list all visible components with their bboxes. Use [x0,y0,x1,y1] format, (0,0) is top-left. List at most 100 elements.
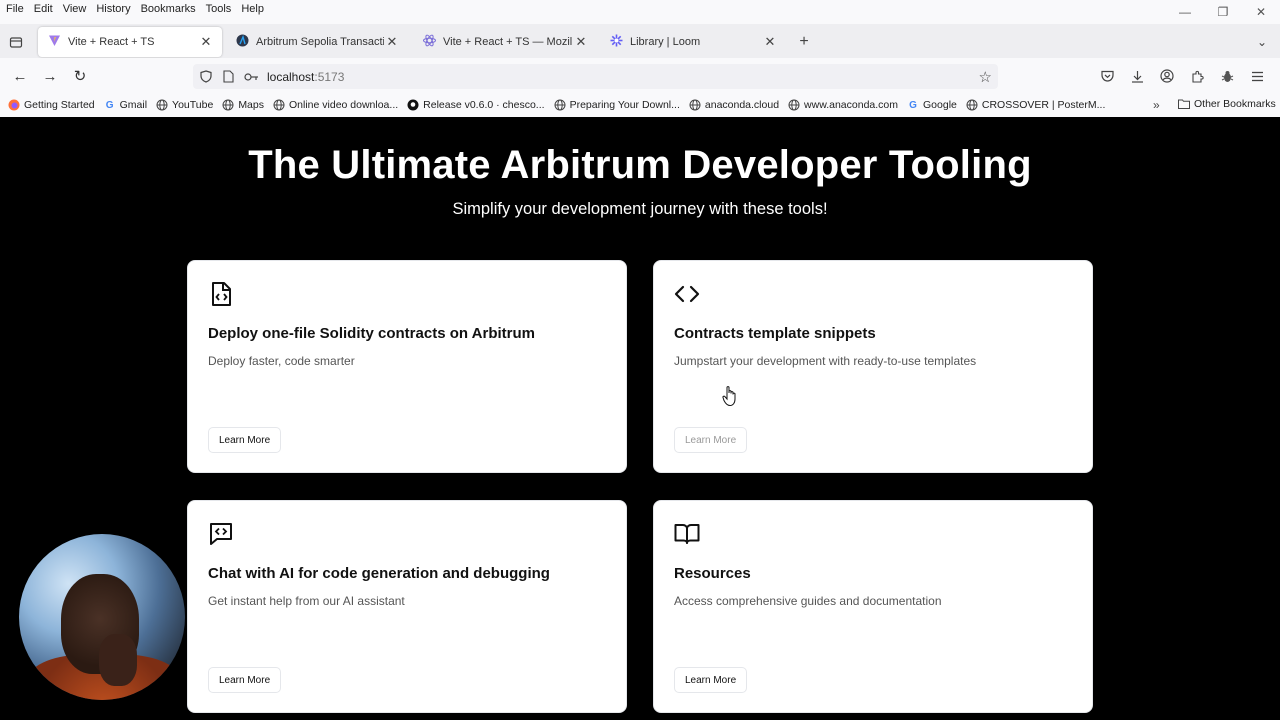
learn-more-button[interactable]: Learn More [674,667,748,693]
bookmark-item[interactable]: Online video downloa... [273,99,398,111]
close-tab-icon[interactable]: ✕ [762,34,778,50]
globe-icon [788,99,800,111]
google-icon: G [105,99,114,111]
bookmark-label: Getting Started [24,99,95,111]
double-chevron-right-icon[interactable]: » [1153,98,1160,112]
learn-more-button[interactable]: Learn More [208,427,282,453]
code-icon [674,281,700,307]
card-title: Contracts template snippets [674,325,876,342]
nav-bar: ← → ↻ localhost:5173 ☆ [0,58,1280,94]
menu-bookmarks[interactable]: Bookmarks [136,3,201,15]
globe-icon [222,99,234,111]
tab-vite-mozilla[interactable]: Vite + React + TS — Mozilla Fir ✕ [413,27,597,57]
google-icon: G [909,99,917,111]
bookmark-item[interactable]: G Gmail [104,99,147,111]
webcam-overlay [19,534,185,700]
bookmark-item[interactable]: YouTube [156,99,213,111]
url-bar[interactable]: localhost:5173 ☆ [193,64,998,89]
extensions-icon[interactable] [1182,65,1212,87]
feature-card-ai-chat: Chat with AI for code generation and deb… [187,500,627,713]
window-controls: — ❐ ✕ [1166,0,1280,24]
hamburger-menu-icon[interactable] [1242,65,1272,87]
globe-icon [273,99,285,111]
card-description: Access comprehensive guides and document… [674,594,942,608]
bookmark-item[interactable]: Maps [222,99,264,111]
menu-view[interactable]: View [58,3,92,15]
pocket-icon[interactable] [1092,65,1122,87]
tab-title: Vite + React + TS [68,36,155,48]
menu-file[interactable]: File [0,3,29,15]
globe-icon [689,99,701,111]
account-icon[interactable] [1152,65,1182,87]
learn-more-button[interactable]: Learn More [208,667,282,693]
toolbar-icons [1092,65,1272,87]
bookmark-item[interactable]: CROSSOVER | PosterM... [966,99,1106,111]
tab-title: Arbitrum Sepolia Transaction H [256,36,384,48]
chevron-down-icon[interactable]: ⌄ [1252,32,1272,52]
menu-tools[interactable]: Tools [201,3,237,15]
url-text[interactable]: localhost:5173 [267,70,344,84]
url-host: localhost [267,69,315,84]
minimize-button[interactable]: — [1166,0,1204,24]
github-icon [407,99,419,111]
hero-subtitle: Simplify your development journey with t… [452,200,828,218]
tab-loom[interactable]: Library | Loom ✕ [600,27,786,57]
bookmark-label: anaconda.cloud [704,99,780,111]
bookmark-item[interactable]: Getting Started [8,99,95,111]
card-description: Get instant help from our AI assistant [208,594,405,608]
key-icon[interactable] [244,72,260,82]
card-title: Deploy one-file Solidity contracts on Ar… [208,325,535,342]
tab-arbitrum[interactable]: Arbitrum Sepolia Transaction H ✕ [226,27,408,57]
bookmark-star-icon[interactable]: ☆ [979,68,992,86]
bug-extension-icon[interactable] [1212,65,1242,87]
tab-title: Vite + React + TS — Mozilla Fir [443,36,573,48]
bookmark-label: Online video downloa... [289,99,399,111]
tab-list-icon[interactable] [6,32,26,52]
download-icon[interactable] [1122,65,1152,87]
tab-vite-react[interactable]: Vite + React + TS ✕ [38,27,222,57]
bookmark-label: Maps [238,99,264,111]
feature-card-deploy: Deploy one-file Solidity contracts on Ar… [187,260,627,473]
bookmark-label: CROSSOVER | PosterM... [981,99,1106,111]
folder-icon [1178,99,1190,109]
card-description: Jumpstart your development with ready-to… [674,354,977,368]
browser-chrome: File Edit View History Bookmarks Tools H… [0,0,1280,117]
globe-icon [554,99,566,111]
tab-strip: Vite + React + TS ✕ Arbitrum Sepolia Tra… [0,24,1280,58]
menu-bar: File Edit View History Bookmarks Tools H… [0,0,1280,18]
reload-button[interactable]: ↻ [69,65,91,87]
shield-icon[interactable] [200,70,214,83]
bookmark-item[interactable]: G Google [907,99,957,111]
back-button[interactable]: ← [9,65,31,87]
card-description: Deploy faster, code smarter [208,354,355,368]
restore-button[interactable]: ❐ [1204,0,1242,24]
tab-title: Library | Loom [630,36,701,48]
feature-card-templates: Contracts template snippets Jumpstart yo… [653,260,1093,473]
bookmark-item[interactable]: Release v0.6.0 · chesco... [407,99,545,111]
bookmark-label: Google [923,99,957,111]
other-bookmarks-label: Other Bookmarks [1194,98,1276,110]
learn-more-button[interactable]: Learn More [674,427,748,453]
page-icon[interactable] [223,70,235,83]
close-window-button[interactable]: ✕ [1242,0,1280,24]
bookmark-item[interactable]: www.anaconda.com [788,99,898,111]
close-tab-icon[interactable]: ✕ [198,34,214,50]
menu-history[interactable]: History [91,3,135,15]
vite-icon [48,34,61,50]
react-icon [423,34,436,50]
menu-edit[interactable]: Edit [29,3,58,15]
bookmark-label: Gmail [119,99,148,111]
other-bookmarks[interactable]: Other Bookmarks [1178,98,1276,110]
arbitrum-icon [236,34,249,50]
loom-icon [610,34,623,50]
globe-icon [966,99,978,111]
new-tab-button[interactable]: + [794,32,814,52]
bookmark-label: YouTube [172,99,214,111]
card-title: Chat with AI for code generation and deb… [208,565,550,582]
forward-button[interactable]: → [39,65,61,87]
bookmark-item[interactable]: anaconda.cloud [689,99,779,111]
close-tab-icon[interactable]: ✕ [384,34,400,50]
close-tab-icon[interactable]: ✕ [573,34,589,50]
bookmark-item[interactable]: Preparing Your Downl... [554,99,680,111]
menu-help[interactable]: Help [236,3,269,15]
